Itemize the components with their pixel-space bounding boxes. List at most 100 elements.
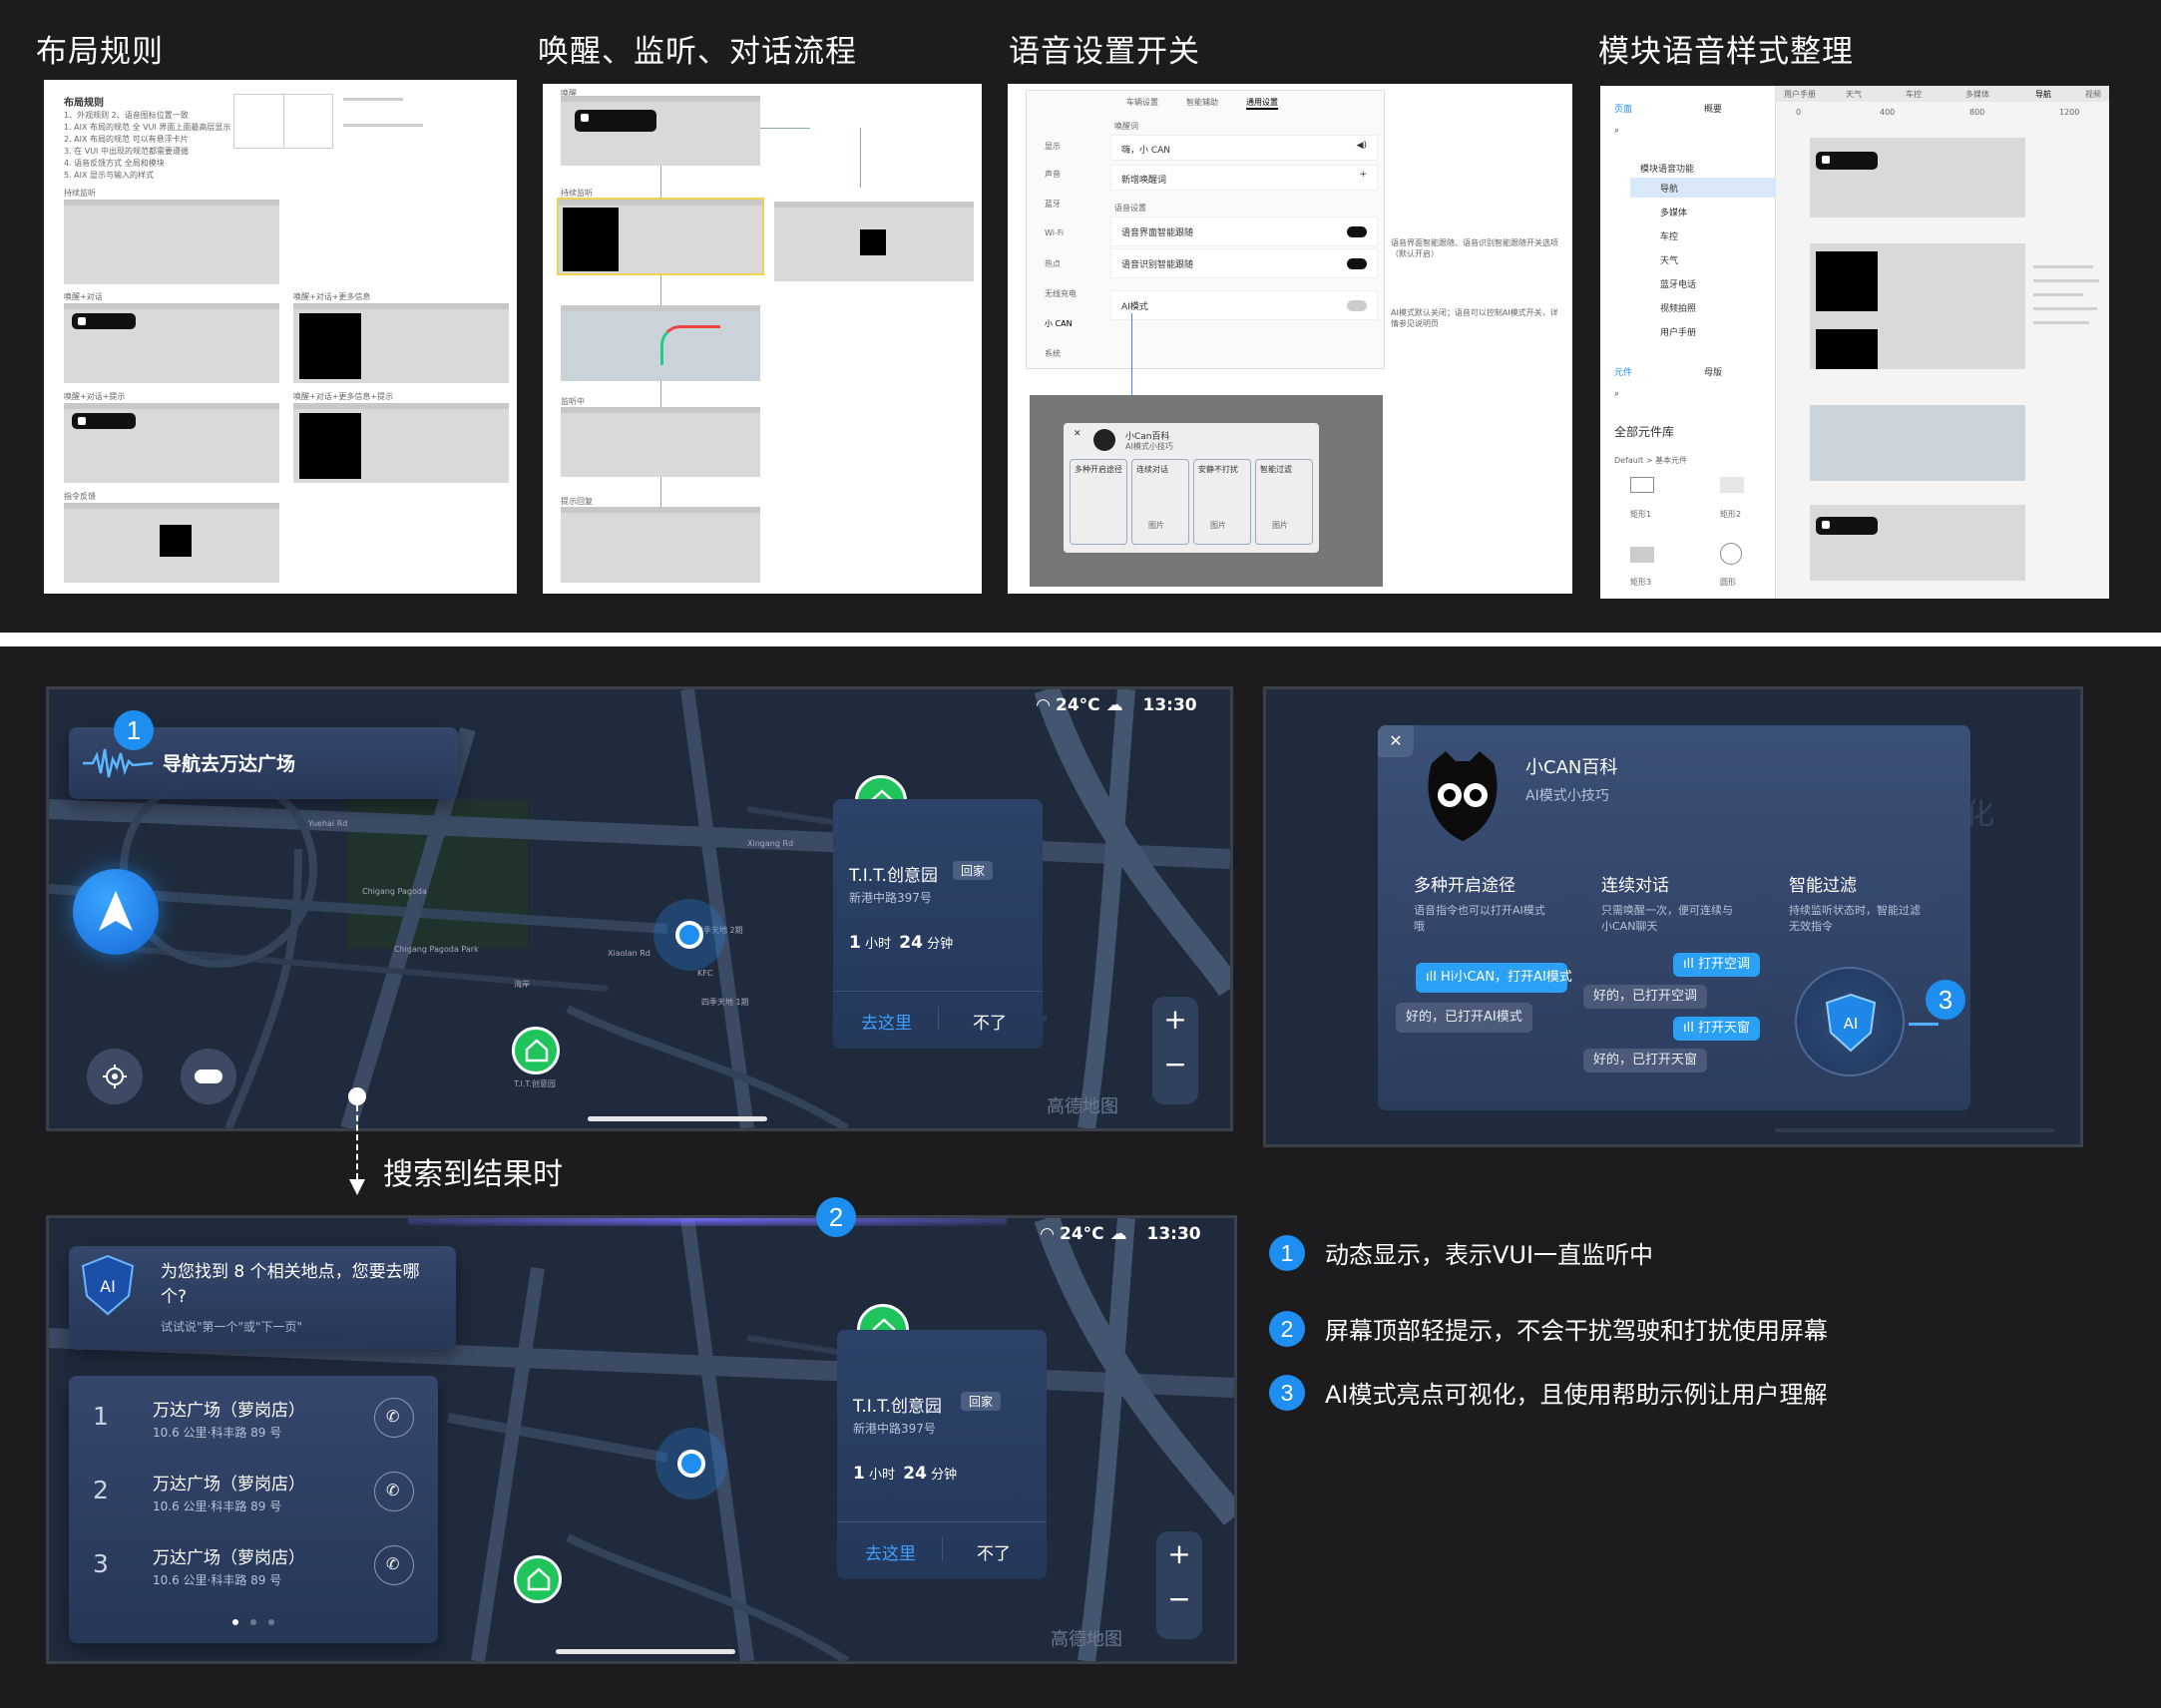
svg-text:AI: AI [1844, 1015, 1859, 1033]
page-dot-active[interactable] [232, 1619, 238, 1625]
go-here-button[interactable]: 去这里 [861, 1009, 912, 1034]
tab-pages[interactable]: 页面 [1614, 102, 1632, 115]
locate-button[interactable] [87, 1049, 143, 1104]
ai-shield-icon: AI [81, 1254, 135, 1316]
note-ai-mode: AI模式默认关闭；语音可以控制AI模式开关，详情参见说明页 [1391, 308, 1558, 328]
axure-sidebar: 页面 概要 ⌕ 模块语音功能 导航 多媒体 车控 天气 蓝牙电话 视频拍照 用户… [1600, 86, 1776, 599]
arrow-down-icon [349, 1179, 365, 1195]
map-screen-results: ◠ 24°C ☁ 13:30 AI 为您找到 8 个相关地点，您要去哪个? 试试… [46, 1215, 1237, 1664]
frame-listening [561, 407, 760, 477]
legend-badge: 1 [1269, 1235, 1305, 1271]
settings-side-item[interactable]: 声音 [1045, 169, 1061, 180]
scroll-indicator[interactable] [1775, 1128, 2054, 1132]
shape-rect-3[interactable] [1630, 547, 1654, 563]
no-thanks-button[interactable]: 不了 [973, 1009, 1007, 1034]
poi-name: T.I.T.创意园 [853, 1397, 942, 1417]
zoom-in-button[interactable]: + [1152, 1003, 1198, 1036]
voice-wave-icon [83, 748, 153, 778]
call-button[interactable]: ✆ [374, 1398, 414, 1438]
doc-line: 1、外观规则 2、语音图标位置一致 [64, 111, 189, 120]
settings-side-item-xiaocan[interactable]: 小 CAN [1045, 318, 1073, 329]
doc-line: 5. AIX 显示与输入的样式 [64, 171, 155, 180]
page-dot[interactable] [268, 1619, 274, 1625]
more-button[interactable] [181, 1049, 236, 1104]
search-icon[interactable]: ⌕ [1614, 389, 1619, 399]
tree-item[interactable]: 多媒体 [1660, 206, 1687, 218]
shape-circle[interactable] [1720, 543, 1742, 565]
close-icon: ✕ [1074, 429, 1081, 439]
call-button[interactable]: ✆ [374, 1472, 414, 1511]
settings-side-item[interactable]: 系统 [1045, 348, 1061, 359]
row-ui-follow[interactable]: 语音界面智能跟随 [1110, 216, 1378, 246]
row-wake-word[interactable]: 嗨，小 CAN ◀) [1110, 135, 1378, 161]
temperature: 24°C [1060, 1224, 1104, 1244]
page-tab[interactable]: 天气 [1846, 89, 1862, 100]
list-item[interactable]: 3 万达广场（萝岗店） 10.6 公里·科丰路 89 号 ✆ [69, 1529, 438, 1603]
tab-masters[interactable]: 母版 [1704, 365, 1722, 378]
row-asr-follow[interactable]: 语音识别智能跟随 [1110, 248, 1378, 278]
tree-folder[interactable]: 模块语音功能 [1640, 162, 1694, 175]
tree-item[interactable]: 蓝牙电话 [1660, 277, 1696, 290]
no-thanks-button[interactable]: 不了 [977, 1539, 1011, 1564]
tab-assist[interactable]: 智能辅助 [1186, 97, 1218, 108]
search-icon[interactable]: ⌕ [1614, 126, 1619, 136]
tree-item[interactable]: 用户手册 [1660, 325, 1696, 338]
tree-item[interactable]: 导航 [1660, 182, 1678, 195]
btn-divider [938, 1007, 939, 1031]
badge-3: 3 [1926, 980, 1965, 1020]
settings-side-item[interactable]: 无线充电 [1045, 288, 1077, 299]
settings-side-item[interactable]: 显示 [1045, 141, 1061, 152]
frame-wake-dialog [64, 303, 279, 383]
call-button[interactable]: ✆ [374, 1545, 414, 1585]
doc-line: 2. AIX 布局的规范 可以有悬浮卡片 [64, 135, 189, 144]
map-label: T.I.T.创意园 [514, 1079, 556, 1088]
tree-item[interactable]: 车控 [1660, 229, 1678, 242]
page-tab[interactable]: 车控 [1906, 89, 1922, 100]
page-tab[interactable]: 用户手册 [1784, 89, 1816, 100]
home-indicator[interactable] [556, 1649, 735, 1654]
home-pin-map[interactable] [514, 1555, 562, 1603]
navigation-compass-button[interactable] [73, 869, 159, 955]
settings-side-item[interactable]: 蓝牙 [1045, 199, 1061, 210]
page-tab[interactable]: 视频 [2085, 89, 2101, 100]
shape-label: 矩形3 [1630, 578, 1652, 587]
home-indicator[interactable] [588, 1116, 767, 1121]
tab-widgets[interactable]: 元件 [1614, 365, 1632, 378]
ai-reply-bubble: AI 为您找到 8 个相关地点，您要去哪个? 试试说"第一个"或"下一页" [69, 1246, 456, 1350]
zoom-out-button[interactable]: − [1156, 1582, 1202, 1615]
list-item[interactable]: 2 万达广场（萝岗店） 10.6 公里·科丰路 89 号 ✆ [69, 1456, 438, 1529]
clock: 13:30 [1142, 695, 1197, 715]
tab-vehicle[interactable]: 车辆设置 [1126, 97, 1158, 108]
result-info: 10.6 公里·科丰路 89 号 [153, 1499, 282, 1513]
home-pin-map[interactable] [512, 1027, 560, 1074]
zoom-in-button[interactable]: + [1156, 1537, 1202, 1570]
shape-rect-2[interactable] [1720, 477, 1744, 493]
tree-item[interactable]: 天气 [1660, 253, 1678, 266]
tab-general[interactable]: 通用设置 [1246, 97, 1278, 110]
shape-rect-1[interactable] [1630, 477, 1654, 493]
list-item[interactable]: 1 万达广场（萝岗店） 10.6 公里·科丰路 89 号 ✆ [69, 1382, 438, 1456]
page-tab-active[interactable]: 导航 [2035, 89, 2051, 100]
tab-outline[interactable]: 概要 [1704, 102, 1722, 115]
row-ai-mode[interactable]: AI模式 [1110, 290, 1378, 320]
settings-side-item[interactable]: 热点 [1045, 258, 1061, 269]
flow-connector [760, 128, 810, 129]
tip-card: 多种开启途径 [1070, 459, 1127, 545]
row-add-wake-word[interactable]: 新增唤醒词 + [1110, 165, 1378, 191]
doc-table-divider [283, 94, 284, 149]
ruler-mark: 1200 [2059, 108, 2080, 117]
tree-selected-bg [1630, 178, 1776, 198]
settings-side-item[interactable]: Wi-Fi [1045, 228, 1064, 237]
flow-dot [348, 1087, 366, 1105]
popup-subtitle: AI模式小技巧 [1125, 442, 1173, 451]
zoom-out-button[interactable]: − [1152, 1048, 1198, 1080]
result-name: 万达广场（萝岗店） [153, 1548, 305, 1568]
go-here-button[interactable]: 去这里 [865, 1539, 916, 1564]
page-dot[interactable] [250, 1619, 256, 1625]
canvas-frame [1810, 138, 2025, 217]
tree-item[interactable]: 视频拍照 [1660, 301, 1696, 314]
page-tab[interactable]: 多媒体 [1965, 89, 1989, 100]
plus-icon: + [1359, 170, 1367, 180]
library-select[interactable]: 全部元件库 [1614, 423, 1674, 440]
close-button[interactable]: ✕ [1378, 725, 1414, 757]
